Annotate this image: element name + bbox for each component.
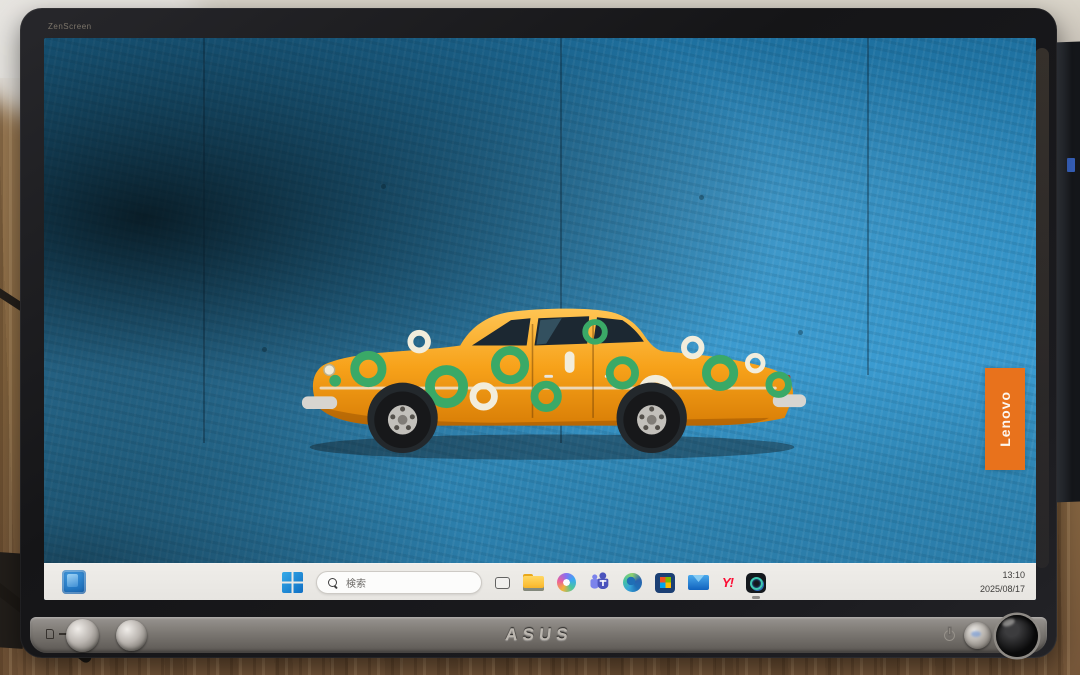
lenovo-wallpaper-badge: Lenovo	[985, 368, 1025, 470]
microsoft-logo-grid	[660, 577, 671, 588]
vintage-car-graphic	[300, 271, 808, 467]
background-sticker	[1067, 158, 1075, 172]
yahoo-japan-icon[interactable]: Y!	[722, 575, 733, 590]
tripod-socket-hole	[996, 615, 1038, 657]
windows-taskbar: 検索	[44, 563, 1036, 600]
taskbar-clock[interactable]: 13:10 2025/08/17	[980, 569, 1025, 596]
file-explorer-icon[interactable]	[523, 574, 544, 591]
osd-button-2	[116, 620, 147, 651]
wall-seam	[203, 38, 205, 443]
start-button[interactable]	[282, 572, 303, 593]
desk-photo: ZenScreen	[0, 0, 1080, 675]
teams-icon-graphic	[589, 571, 610, 590]
search-icon	[328, 578, 338, 588]
taskbar-center-group: 検索	[282, 564, 766, 600]
osd-button-1	[66, 619, 99, 652]
bezel-brand-label: ZenScreen	[48, 22, 92, 31]
widgets-icon[interactable]	[62, 570, 86, 594]
clock-date: 2025/08/17	[980, 583, 1025, 597]
asus-logo: ASUS	[504, 625, 573, 645]
lenovo-badge-label: Lenovo	[997, 391, 1013, 447]
clock-time: 13:10	[980, 569, 1025, 583]
task-view-button[interactable]	[495, 577, 510, 589]
search-box[interactable]: 検索	[316, 571, 482, 594]
power-button	[964, 622, 991, 649]
monitor-bottom-strip: ASUS	[30, 617, 1047, 653]
zenscreen-monitor: ZenScreen	[20, 8, 1057, 658]
running-indicator	[752, 596, 760, 599]
mail-icon[interactable]	[688, 575, 709, 590]
teams-icon[interactable]	[589, 571, 610, 595]
wall-seam	[867, 38, 869, 375]
wallpaper-car	[300, 271, 808, 467]
copilot-icon[interactable]	[557, 573, 576, 592]
power-symbol-icon	[944, 630, 955, 641]
bezel-reflection	[1035, 48, 1049, 568]
background-device-edge	[1053, 42, 1080, 503]
desktop-screen: Lenovo 検索	[44, 38, 1036, 600]
running-app-icon[interactable]	[746, 573, 766, 593]
search-placeholder: 検索	[346, 575, 366, 590]
edge-icon[interactable]	[623, 573, 642, 592]
sd-card-port-icon	[46, 629, 54, 639]
microsoft-store-icon[interactable]	[655, 573, 675, 593]
